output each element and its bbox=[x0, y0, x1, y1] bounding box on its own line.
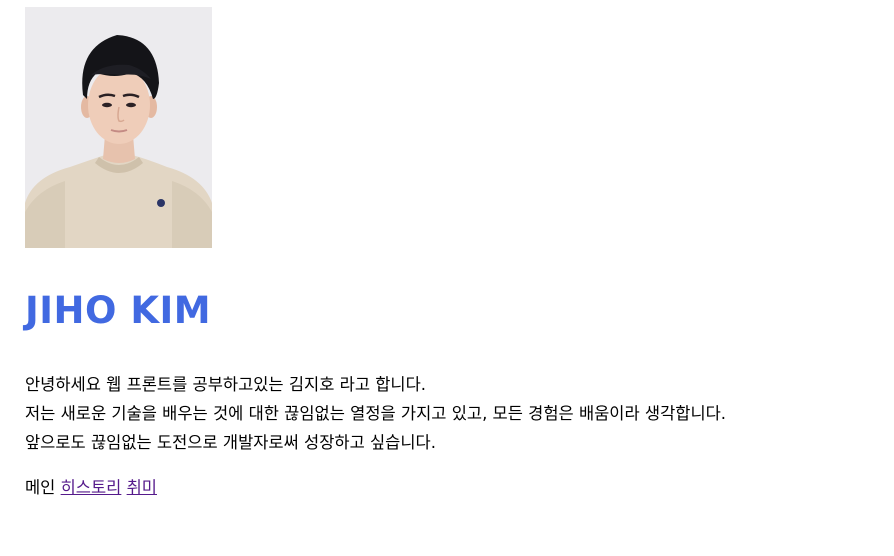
intro-paragraph: 안녕하세요 웹 프론트를 공부하고있는 김지호 라고 합니다. 저는 새로운 기… bbox=[25, 370, 885, 457]
intro-line: 앞으로도 끊임없는 도전으로 개발자로써 성장하고 싶습니다. bbox=[25, 433, 436, 452]
page-nav: 메인 히스토리 취미 bbox=[25, 473, 885, 503]
intro-line: 안녕하세요 웹 프론트를 공부하고있는 김지호 라고 합니다. bbox=[25, 375, 427, 394]
nav-link-history[interactable]: 히스토리 bbox=[61, 478, 122, 497]
nav-main-label: 메인 bbox=[25, 478, 56, 497]
nav-link-hobby[interactable]: 취미 bbox=[127, 478, 157, 497]
profile-page: JIHO KIM 안녕하세요 웹 프론트를 공부하고있는 김지호 라고 합니다.… bbox=[25, 7, 885, 503]
intro-line: 저는 새로운 기술을 배우는 것에 대한 끊임없는 열정을 가지고 있고, 모든… bbox=[25, 404, 727, 423]
profile-name-heading: JIHO KIM bbox=[25, 289, 212, 332]
profile-photo bbox=[25, 7, 212, 248]
profile-photo-image bbox=[25, 7, 212, 248]
